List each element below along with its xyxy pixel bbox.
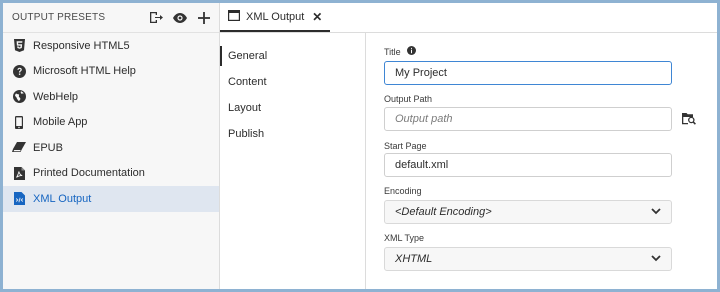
globe-icon [12,90,26,104]
start-page-input[interactable] [384,153,672,177]
encoding-value: <Default Encoding> [395,206,492,218]
title-input[interactable] [384,61,672,85]
xml-type-value: XHTML [395,253,433,265]
info-icon[interactable] [406,46,416,57]
chevron-down-icon [651,206,661,218]
preset-label: Printed Documentation [33,167,145,180]
xml-type-label: XML Type [384,233,425,243]
html5-icon [12,39,26,53]
start-page-label: Start Page [384,141,427,151]
epub-icon [12,141,26,155]
preset-xml-output[interactable]: XML Output [3,186,219,212]
xml-file-icon [12,192,26,206]
output-presets-panel: OUTPUT PRESETS Responsive HTML5 Microsof… [3,3,220,289]
preset-label: Microsoft HTML Help [33,65,136,78]
settings-content: General Content Layout Publish Title Out… [220,33,717,289]
mobile-icon [12,115,26,129]
encoding-select[interactable]: <Default Encoding> [384,200,672,224]
subnav-general[interactable]: General [220,43,365,69]
preset-webhelp[interactable]: WebHelp [3,84,219,110]
output-path-input[interactable] [384,107,672,131]
plus-icon[interactable] [197,11,211,25]
output-path-label: Output Path [384,94,433,104]
eye-icon[interactable] [173,11,187,25]
help-circle-icon [12,64,26,78]
settings-subnav: General Content Layout Publish [220,33,366,289]
preset-printed-documentation[interactable]: Printed Documentation [3,161,219,187]
preset-label: EPUB [33,141,63,154]
preset-label: Responsive HTML5 [33,39,130,52]
close-icon[interactable]: ✕ [312,10,322,24]
preset-label: XML Output [33,192,92,205]
chevron-down-icon [651,253,661,265]
preset-responsive-html5[interactable]: Responsive HTML5 [3,33,219,59]
pdf-icon [12,166,26,180]
subnav-content[interactable]: Content [220,69,365,95]
preset-epub[interactable]: EPUB [3,135,219,161]
encoding-label: Encoding [384,186,422,196]
window-icon [228,9,241,24]
tab-xml-output[interactable]: XML Output ✕ [220,3,331,32]
header-toolbar [149,11,211,25]
subnav-layout[interactable]: Layout [220,95,365,121]
preset-mobile-app[interactable]: Mobile App [3,110,219,136]
xml-type-select[interactable]: XHTML [384,247,672,271]
preset-label: Mobile App [33,116,88,129]
output-presets-header: OUTPUT PRESETS [3,3,219,33]
title-field-label: Title [384,46,416,57]
browse-folder-icon[interactable] [682,112,696,128]
tab-bar: XML Output ✕ [220,3,717,33]
preset-microsoft-html-help[interactable]: Microsoft HTML Help [3,59,219,85]
panel-title: OUTPUT PRESETS [12,12,106,23]
export-icon[interactable] [149,11,163,25]
tab-label: XML Output [246,10,305,23]
preset-label: WebHelp [33,90,79,103]
title-label: Title [384,46,401,57]
preset-list: Responsive HTML5 Microsoft HTML Help Web… [3,33,219,212]
editor-area: XML Output ✕ General Content Layout Publ… [220,3,717,289]
subnav-publish[interactable]: Publish [220,121,365,147]
